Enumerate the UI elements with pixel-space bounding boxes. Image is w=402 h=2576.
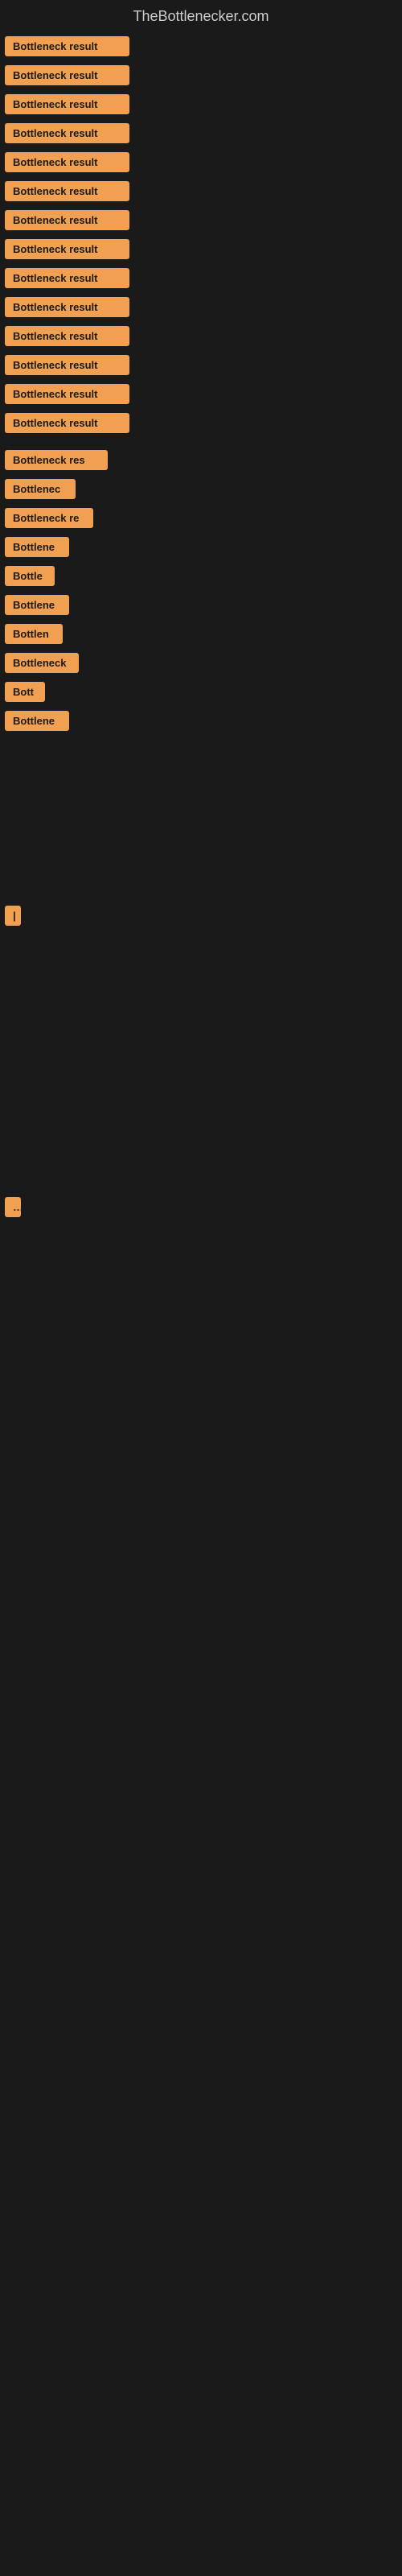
page-container: TheBottlenecker.com Bottleneck resultBot… (0, 0, 402, 1387)
list-item[interactable]: Bott (5, 682, 397, 706)
list-item[interactable]: Bottleneck result (5, 181, 397, 205)
bottleneck-result-label: Bottleneck result (5, 36, 129, 56)
list-item[interactable]: Bottleneck result (5, 268, 397, 292)
bottleneck-result-label: … (5, 1197, 21, 1217)
list-item[interactable]: Bottleneck result (5, 384, 397, 408)
bottleneck-result-label: Bottleneck re (5, 508, 93, 528)
list-item[interactable]: Bottleneck result (5, 355, 397, 379)
bottleneck-result-label: Bottleneck result (5, 123, 129, 143)
list-item[interactable]: Bottlene (5, 595, 397, 619)
list-item[interactable]: … (5, 1197, 397, 1221)
bottleneck-result-label: Bottleneck (5, 653, 79, 673)
list-item[interactable]: Bottlene (5, 711, 397, 735)
bottleneck-result-label: Bott (5, 682, 45, 702)
bottleneck-result-label: Bottleneck result (5, 65, 129, 85)
list-item[interactable]: Bottleneck result (5, 65, 397, 89)
bottleneck-result-label: Bottleneck result (5, 326, 129, 346)
bottleneck-result-label: Bottle (5, 566, 55, 586)
bottleneck-result-label: Bottlene (5, 711, 69, 731)
list-item[interactable]: Bottlene (5, 537, 397, 561)
list-item[interactable]: Bottlenec (5, 479, 397, 503)
list-item[interactable]: Bottleneck (5, 653, 397, 677)
list-item[interactable]: Bottleneck result (5, 413, 397, 437)
list-item[interactable]: Bottleneck result (5, 239, 397, 263)
bottleneck-result-label: Bottleneck result (5, 297, 129, 317)
list-item[interactable]: | (5, 906, 397, 930)
list-item[interactable]: Bottlen (5, 624, 397, 648)
bottleneck-result-label: Bottleneck result (5, 384, 129, 404)
list-item[interactable]: Bottleneck res (5, 450, 397, 474)
list-item[interactable]: Bottleneck result (5, 123, 397, 147)
bottleneck-result-label: Bottlene (5, 537, 69, 557)
bottleneck-result-label: Bottleneck result (5, 413, 129, 433)
bottleneck-result-label: Bottlene (5, 595, 69, 615)
bottleneck-result-label: Bottleneck res (5, 450, 108, 470)
bottleneck-result-label: Bottlen (5, 624, 63, 644)
bottleneck-result-label: Bottleneck result (5, 210, 129, 230)
list-item[interactable]: Bottleneck result (5, 152, 397, 176)
bottleneck-result-label: Bottlenec (5, 479, 76, 499)
list-item[interactable]: Bottleneck result (5, 326, 397, 350)
bottleneck-result-label: | (5, 906, 21, 926)
list-item[interactable]: Bottleneck result (5, 94, 397, 118)
bottleneck-result-label: Bottleneck result (5, 152, 129, 172)
bottleneck-result-label: Bottleneck result (5, 94, 129, 114)
list-item[interactable]: Bottleneck result (5, 210, 397, 234)
bottleneck-result-label: Bottleneck result (5, 181, 129, 201)
items-container: Bottleneck result Bottleneck result Bottle… (0, 36, 402, 1387)
site-title: TheBottlenecker.com (0, 0, 402, 31)
bottleneck-result-label: Bottleneck result (5, 239, 129, 259)
list-item[interactable]: Bottle (5, 566, 397, 590)
list-item[interactable]: Bottleneck result (5, 36, 397, 60)
bottleneck-result-label: Bottleneck result (5, 268, 129, 288)
bottleneck-result-label: Bottleneck result (5, 355, 129, 375)
list-item[interactable]: Bottleneck result (5, 297, 397, 321)
list-item[interactable]: Bottleneck re (5, 508, 397, 532)
